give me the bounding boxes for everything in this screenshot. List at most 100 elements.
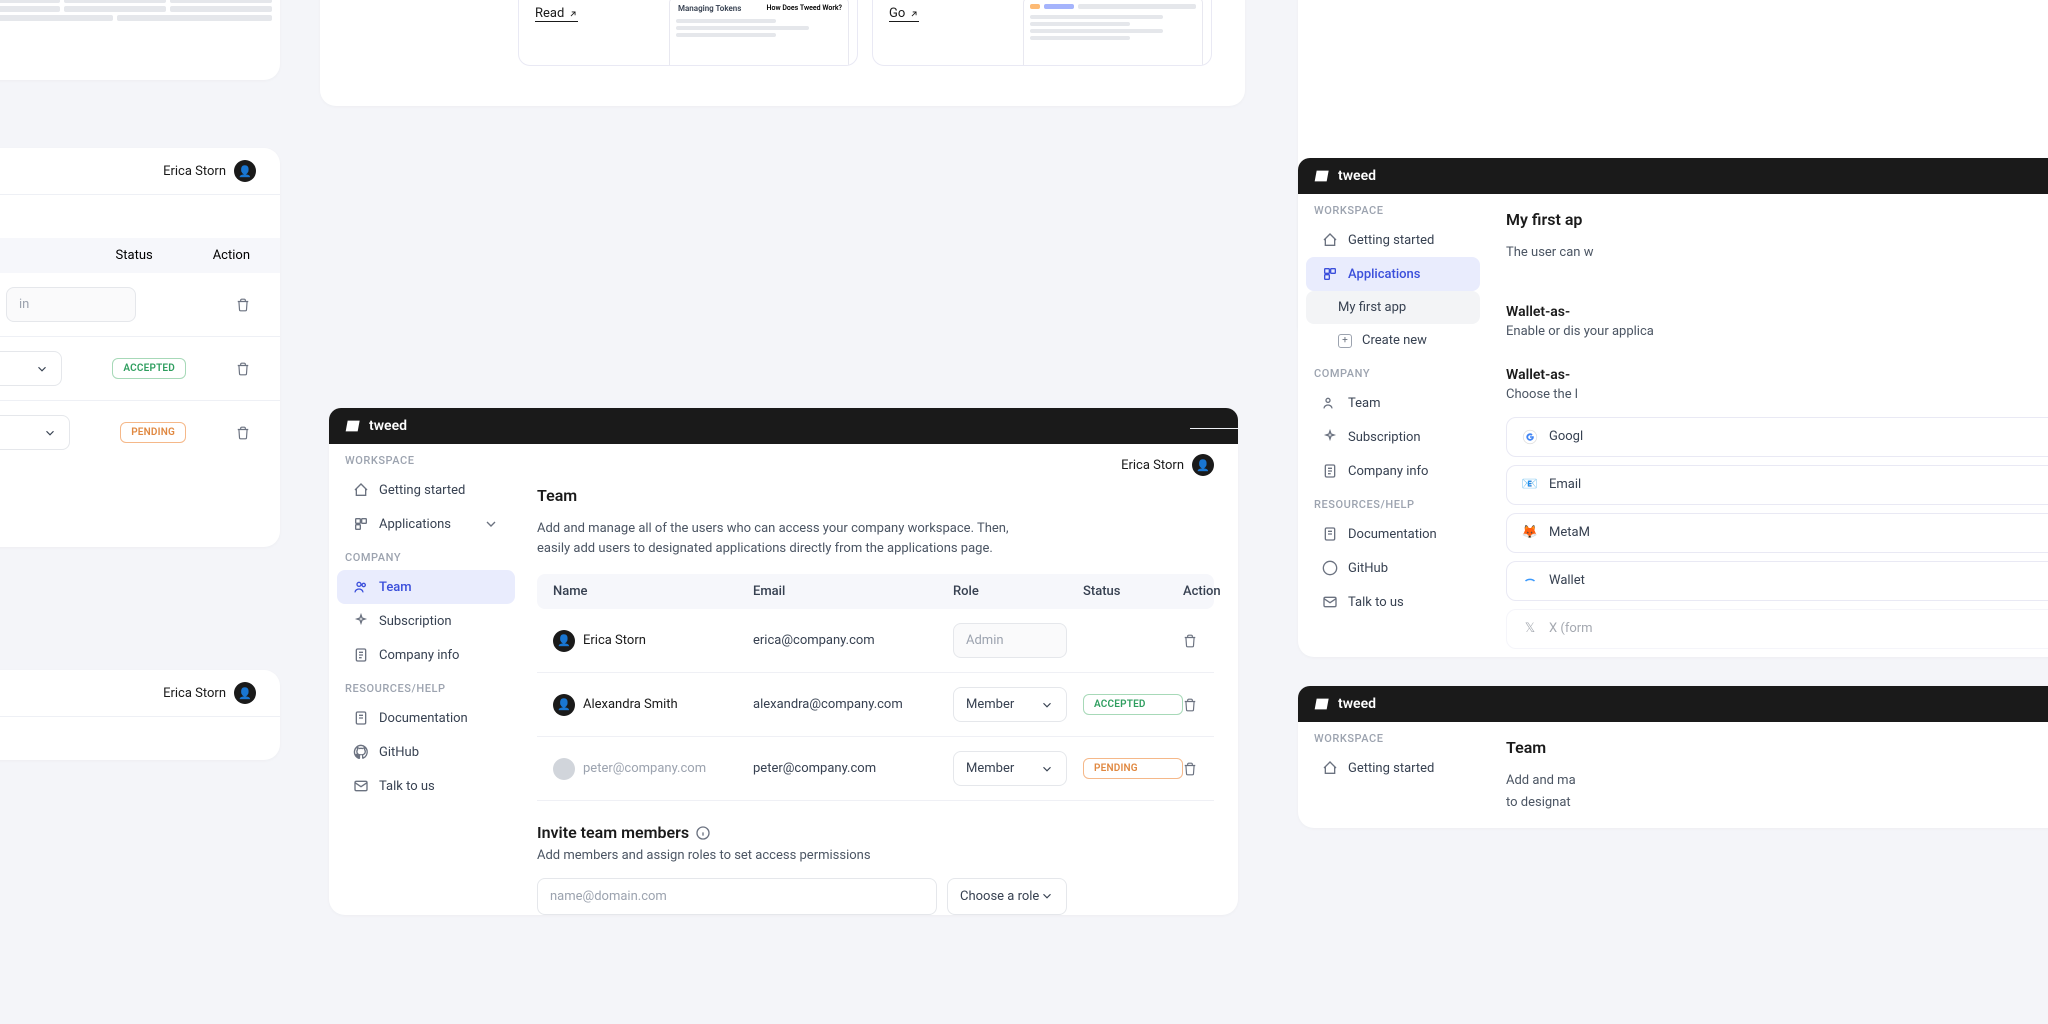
plus-icon: + <box>1338 334 1352 348</box>
trash-icon[interactable] <box>236 362 250 376</box>
login-option-google[interactable]: Googl <box>1506 417 2048 457</box>
sidebar-item-applications[interactable]: Applications <box>1306 257 1480 291</box>
fragment-team-bottom: Erica Storn 👤 ily add users <box>0 670 280 760</box>
resource-documentation[interactable]: Documentation Read Managing Tokens How D… <box>518 0 858 66</box>
sidebar-item-getting-started[interactable]: Getting started <box>337 473 515 507</box>
mail-icon <box>353 778 369 794</box>
table-row: 👤Alexandra Smith alexandra@company.com M… <box>537 673 1214 737</box>
home-icon <box>353 482 369 498</box>
panel-app-detail: tweed WORKSPACE Getting started Applicat… <box>1298 158 2048 657</box>
role-select[interactable]: nber <box>0 415 70 450</box>
sidebar-item-team[interactable]: Team <box>337 570 515 604</box>
login-option-metamask[interactable]: 🦊MetaM <box>1506 513 2048 553</box>
app-subtitle: The user can w <box>1506 243 2048 263</box>
invite-role-select[interactable]: Choose a role <box>947 878 1067 915</box>
user-chip[interactable]: Erica Storn 👤 <box>1121 454 1214 476</box>
trash-icon[interactable] <box>1183 762 1197 776</box>
sidebar-item-github[interactable]: GitHub <box>337 735 515 769</box>
chevron-down-icon <box>483 516 499 532</box>
login-option-email[interactable]: 📧Email <box>1506 465 2048 505</box>
role-select[interactable]: Member <box>953 751 1067 786</box>
mail-icon <box>1322 594 1338 610</box>
avatar: 👤 <box>553 630 575 652</box>
sidebar: WORKSPACE Getting started Applications M… <box>1298 194 1488 635</box>
login-desc: Choose the l <box>1506 385 2048 405</box>
sidebar-item-company-info[interactable]: Company info <box>1306 454 1480 488</box>
login-option-walletconnect[interactable]: Wallet <box>1506 561 2048 601</box>
home-icon <box>1322 760 1338 776</box>
user-chip[interactable]: Erica Storn 👤 <box>163 682 256 704</box>
cell-name: Erica Storn <box>583 633 646 648</box>
document-icon <box>1322 463 1338 479</box>
trash-icon[interactable] <box>236 298 250 312</box>
status-badge-pending: PENDING <box>120 422 186 443</box>
status-badge-accepted: ACCEPTED <box>112 358 186 379</box>
sidebar: COMPANY Team Subscription Company info R… <box>320 0 500 2</box>
tab-general[interactable]: Gen <box>1506 273 2048 288</box>
login-option-x[interactable]: 𝕏X (form <box>1506 609 2048 649</box>
x-icon: 𝕏 <box>1521 620 1539 638</box>
invite-desc: Add members and assign roles to set acce… <box>537 846 1214 866</box>
book-icon <box>353 710 369 726</box>
sidebar-item-talk-to-us[interactable]: Talk to us <box>337 769 515 803</box>
sidebar-item-github[interactable]: GitHub <box>1306 551 1480 585</box>
heading-team: Team <box>537 486 1214 505</box>
user-name: Erica Storn <box>163 164 226 179</box>
trash-icon[interactable] <box>236 426 250 440</box>
sidebar-item-company-info[interactable]: Company info <box>337 638 515 672</box>
cell-email: peter@company.com <box>753 761 953 776</box>
github-thumb <box>1023 0 1203 66</box>
role-select[interactable]: nber <box>0 351 62 386</box>
sidebar-item-documentation[interactable]: Documentation <box>337 701 515 735</box>
table-row: 👤Erica Storn erica@company.com Admin <box>537 609 1214 673</box>
brand-name: tweed <box>1338 696 1376 712</box>
panel-getting-started: COMPANY Team Subscription Company info R… <box>320 0 1245 106</box>
fragment-team-top: Erica Storn 👤 ily add users Status Actio… <box>0 148 280 547</box>
document-icon <box>353 647 369 663</box>
users-icon <box>353 579 369 595</box>
cell-email: erica@company.com <box>753 633 953 648</box>
section-resources: RESOURCES/HELP <box>329 672 523 701</box>
invite-email-input[interactable] <box>537 878 937 915</box>
cell-email: alexandra@company.com <box>753 697 953 712</box>
trash-icon[interactable] <box>1183 698 1197 712</box>
sidebar-sub-app[interactable]: My first app <box>1306 291 1480 324</box>
role-select-admin: in <box>6 287 136 322</box>
cell-name: Alexandra Smith <box>583 697 678 712</box>
info-icon[interactable] <box>695 825 711 841</box>
sidebar-item-getting-started[interactable]: Getting started <box>1306 223 1480 257</box>
book-icon <box>1322 526 1338 542</box>
app-header: tweed <box>329 408 1238 444</box>
sidebar-item-subscription[interactable]: Subscription <box>337 604 515 638</box>
github-icon <box>1322 560 1338 576</box>
link-read[interactable]: Read <box>535 6 578 22</box>
resource-github[interactable]: GitHub Go <box>872 0 1212 66</box>
section-workspace: WORKSPACE <box>1298 722 1488 751</box>
sidebar-item-talk-to-us[interactable]: Talk to us <box>1306 585 1480 619</box>
link-go[interactable]: Go <box>889 6 919 22</box>
metamask-icon: 🦊 <box>1521 524 1539 542</box>
sidebar-item-talk-to-us[interactable]: Talk to us <box>328 0 492 2</box>
sidebar-item-applications[interactable]: Applications <box>337 507 515 541</box>
home-icon <box>1322 232 1338 248</box>
sidebar: WORKSPACE Getting started <box>1298 722 1488 785</box>
team-desc: Add and manage all of the users who can … <box>537 519 1037 558</box>
sidebar-item-documentation[interactable]: Documentation <box>1306 517 1480 551</box>
panel-team: tweed WORKSPACE Getting started Applicat… <box>329 408 1238 915</box>
col-action: Action <box>213 248 250 263</box>
external-icon <box>568 9 578 19</box>
trash-icon[interactable] <box>1183 634 1197 648</box>
avatar: 👤 <box>234 682 256 704</box>
team-desc-fragment: ily add users <box>0 195 280 238</box>
section-company: COMPANY <box>329 541 523 570</box>
sidebar-sub-create[interactable]: + Create new <box>1306 324 1480 357</box>
walletconnect-icon <box>1521 572 1539 590</box>
sidebar-item-subscription[interactable]: Subscription <box>1306 420 1480 454</box>
heading-team: Team <box>1506 738 2048 757</box>
google-icon <box>1521 428 1539 446</box>
app-header: tweed <box>1298 158 2048 194</box>
sidebar-item-team[interactable]: Team <box>1306 386 1480 420</box>
user-chip[interactable]: Erica Storn 👤 <box>163 160 256 182</box>
sidebar-item-getting-started[interactable]: Getting started <box>1306 751 1480 785</box>
role-select[interactable]: Member <box>953 687 1067 722</box>
